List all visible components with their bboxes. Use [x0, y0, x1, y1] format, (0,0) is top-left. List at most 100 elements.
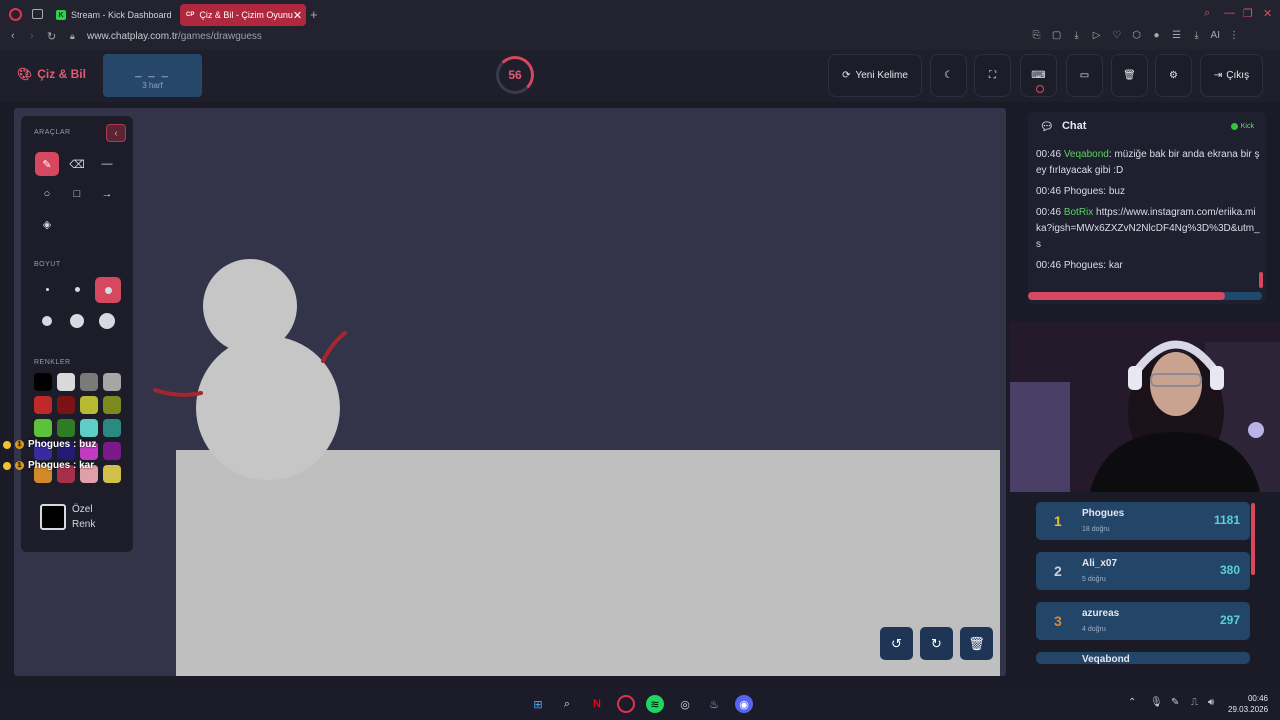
- redo-button[interactable]: ↻: [920, 627, 953, 660]
- close-window-icon[interactable]: ✕: [1263, 7, 1272, 20]
- leaderboard-rank: 2: [1054, 563, 1062, 579]
- fill-tool[interactable]: ◈: [35, 212, 59, 236]
- color-swatch[interactable]: [103, 373, 121, 391]
- steam-icon[interactable]: ♨: [705, 695, 723, 713]
- platform-status: Kick: [1230, 122, 1254, 130]
- network-icon[interactable]: ⎍: [1191, 697, 1198, 708]
- round-timer: 56: [496, 56, 534, 94]
- heart-icon[interactable]: ♡: [1111, 30, 1123, 41]
- taskbar-clock[interactable]: 00:46 29.03.2026: [1228, 693, 1268, 715]
- color-swatch[interactable]: [103, 465, 121, 483]
- chat-time: 00:46: [1036, 186, 1062, 197]
- size-option-5[interactable]: [70, 314, 84, 328]
- color-swatch[interactable]: [103, 396, 121, 414]
- netflix-icon[interactable]: N: [588, 695, 606, 713]
- size-option-6[interactable]: [99, 313, 115, 329]
- forward-icon[interactable]: ›: [30, 30, 34, 42]
- color-swatch[interactable]: [57, 396, 75, 414]
- arrow-tool[interactable]: →: [95, 182, 119, 206]
- fullscreen-button[interactable]: ⛶: [974, 54, 1011, 97]
- color-swatch[interactable]: [34, 419, 52, 437]
- color-swatch[interactable]: [57, 419, 75, 437]
- profile-icon[interactable]: ●: [1151, 30, 1163, 41]
- color-swatch[interactable]: [103, 442, 121, 460]
- brand[interactable]: 🎨︎ Çiz & Bil: [17, 67, 86, 81]
- color-swatch[interactable]: [80, 373, 98, 391]
- reload-icon[interactable]: ↻: [47, 30, 56, 43]
- chat-user[interactable]: Phogues: [1064, 260, 1103, 271]
- brush-tool[interactable]: ✎: [35, 152, 59, 176]
- theme-toggle-button[interactable]: ☾: [930, 54, 967, 97]
- back-icon[interactable]: ‹: [11, 30, 15, 42]
- chat-message: 00:46 Phogues: buz: [1036, 184, 1260, 200]
- word-box: _ _ _ 3 harf: [103, 54, 202, 97]
- tab-ciz-bil[interactable]: CP Çiz & Bil - Çizim Oyunu ✕: [180, 4, 306, 26]
- search-icon[interactable]: ⌕: [1204, 7, 1210, 20]
- chat-user[interactable]: Veqabond: [1064, 149, 1109, 160]
- volume-icon[interactable]: 🔊︎: [1208, 697, 1214, 708]
- size-option-4[interactable]: [42, 316, 52, 326]
- color-swatch[interactable]: [57, 373, 75, 391]
- leaderboard-scrollbar[interactable]: [1251, 503, 1255, 575]
- color-swatch[interactable]: [103, 419, 121, 437]
- tray-chevron-up-icon[interactable]: ⌃: [1128, 697, 1136, 708]
- chat-separator: :: [1108, 149, 1112, 160]
- ai-button[interactable]: AI: [1211, 30, 1220, 41]
- save-icon[interactable]: ⤓: [1191, 30, 1203, 41]
- collapse-panel-button[interactable]: ‹: [106, 124, 126, 142]
- tab-close-icon[interactable]: ✕: [293, 9, 302, 22]
- size-option-2[interactable]: [75, 287, 80, 292]
- opera-logo-icon[interactable]: [9, 8, 22, 21]
- discord-icon[interactable]: ◉: [735, 695, 753, 713]
- microphone-icon[interactable]: 🎙︎: [1150, 697, 1163, 708]
- color-swatch[interactable]: [34, 373, 52, 391]
- windows-start-icon[interactable]: ⊞: [529, 695, 547, 713]
- chat-user[interactable]: Phogues: [1064, 186, 1103, 197]
- tab-kick-dashboard[interactable]: K Stream - Kick Dashboard: [50, 4, 178, 26]
- workspaces-icon[interactable]: [32, 9, 43, 19]
- size-option-1[interactable]: [46, 288, 49, 291]
- eraser-icon: ⌫: [69, 158, 85, 171]
- undo-button[interactable]: ↺: [880, 627, 913, 660]
- delete-button[interactable]: 🗑︎: [1111, 54, 1148, 97]
- logout-button[interactable]: ⇥ Çıkış: [1200, 54, 1263, 97]
- download-icon[interactable]: ⤓: [1071, 30, 1083, 41]
- chat-user[interactable]: BotRix: [1064, 207, 1093, 218]
- line-tool[interactable]: —: [95, 152, 119, 176]
- color-swatch[interactable]: [80, 419, 98, 437]
- extension-icon[interactable]: ⎘: [1031, 30, 1043, 41]
- leaderboard-rank: 3: [1054, 613, 1062, 629]
- clear-canvas-button[interactable]: 🗑︎: [960, 627, 993, 660]
- new-word-button[interactable]: ⟳ Yeni Kelime: [828, 54, 922, 97]
- pen-icon[interactable]: ✎: [1171, 697, 1179, 708]
- player-icon[interactable]: ▷: [1091, 30, 1103, 41]
- eraser-tool[interactable]: ⌫: [65, 152, 89, 176]
- leaderboard-row: Veqabond: [1036, 652, 1250, 664]
- settings-button[interactable]: ⚙: [1155, 54, 1192, 97]
- menu-icon[interactable]: ☰: [1171, 30, 1183, 41]
- more-icon[interactable]: ⋮: [1228, 30, 1240, 41]
- size-option-3[interactable]: [95, 277, 121, 303]
- arrow-right-icon: →: [101, 188, 113, 200]
- leaderboard-score: 297: [1219, 613, 1240, 627]
- address-bar[interactable]: www.chatplay.com.tr/games/drawguess: [87, 31, 262, 42]
- minimize-icon[interactable]: —: [1224, 7, 1235, 19]
- leaderboard-row: 3 azureas 4 doğru 297: [1036, 602, 1250, 640]
- search-icon[interactable]: ⌕: [558, 695, 576, 713]
- color-swatch[interactable]: [80, 396, 98, 414]
- color-swatch[interactable]: [34, 396, 52, 414]
- spotify-icon[interactable]: ≋: [646, 695, 664, 713]
- keyboard-button[interactable]: ⌨: [1020, 54, 1057, 97]
- drawing-canvas[interactable]: [14, 108, 1006, 676]
- rectangle-tool[interactable]: □: [65, 182, 89, 206]
- custom-color-swatch[interactable]: [40, 504, 66, 530]
- snapshot-icon[interactable]: ▢: [1051, 30, 1063, 41]
- circle-tool[interactable]: ○: [35, 182, 59, 206]
- archive-button[interactable]: ▭: [1066, 54, 1103, 97]
- chat-scrollbar[interactable]: [1259, 272, 1263, 288]
- opera-taskbar-icon[interactable]: [617, 695, 635, 713]
- extensions-icon[interactable]: ⬡: [1131, 30, 1143, 41]
- new-tab-button[interactable]: +: [310, 7, 318, 22]
- opera-gx-icon[interactable]: ◎: [676, 695, 694, 713]
- maximize-icon[interactable]: ❐: [1243, 7, 1253, 20]
